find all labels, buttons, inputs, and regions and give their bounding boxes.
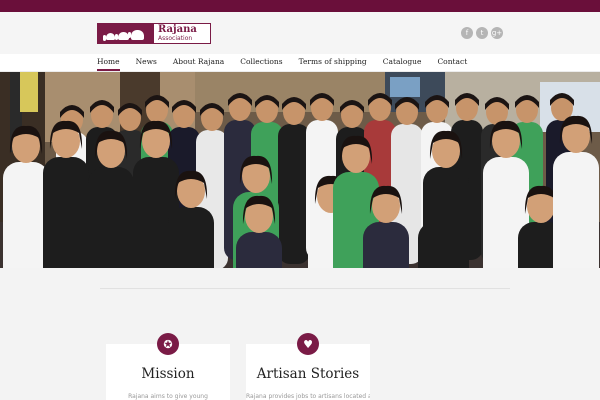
award-icon: ✪ <box>157 333 179 355</box>
nav-item-contact[interactable]: Contact <box>437 54 467 71</box>
social-links: f t g+ <box>461 27 503 39</box>
nav-item-catalogue[interactable]: Catalogue <box>383 54 422 71</box>
hero-group-photo <box>0 72 600 268</box>
nav-item-about[interactable]: About Rajana <box>173 54 224 71</box>
feature-text-artisan-stories: Rajana provides jobs to artisans located… <box>246 393 370 400</box>
logo-title: Rajana <box>158 24 197 35</box>
nav-item-collections[interactable]: Collections <box>240 54 282 71</box>
twitter-icon[interactable]: t <box>476 27 488 39</box>
hero-photo-illustration <box>0 72 600 268</box>
top-accent-bar <box>0 0 600 12</box>
logo-subtitle: Association <box>158 35 193 42</box>
feature-title-artisan-stories: Artisan Stories <box>256 366 360 382</box>
site-logo[interactable]: Rajana Association <box>97 23 211 44</box>
feature-text-mission: Rajana aims to give young <box>128 393 208 400</box>
elephants-logo-icon <box>98 24 154 43</box>
facebook-icon[interactable]: f <box>461 27 473 39</box>
nav-item-news[interactable]: News <box>136 54 157 71</box>
nav-item-terms-of-shipping[interactable]: Terms of shipping <box>299 54 367 71</box>
main-nav: Home News About Rajana Collections Terms… <box>0 54 600 72</box>
site-header <box>0 12 600 54</box>
google-plus-icon[interactable]: g+ <box>491 27 503 39</box>
section-divider <box>100 288 510 289</box>
feature-title-mission: Mission <box>141 366 195 382</box>
heart-icon: ♥ <box>297 333 319 355</box>
nav-item-home[interactable]: Home <box>97 54 120 71</box>
